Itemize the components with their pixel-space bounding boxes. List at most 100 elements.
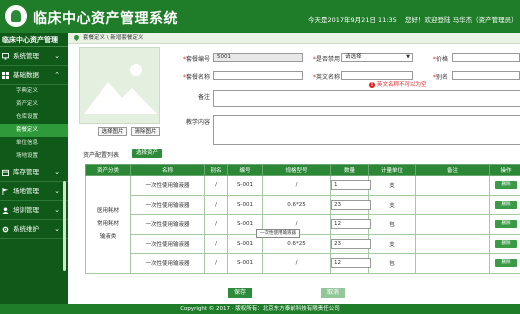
app-title: 临床中心资产管理系统: [33, 11, 178, 27]
delete-button[interactable]: 删除: [495, 259, 517, 268]
sidebar-subitem-site[interactable]: 场地设置: [0, 150, 68, 163]
column-header: 编号: [227, 164, 263, 176]
asset-qty-cell: 23: [330, 194, 371, 215]
sidebar: 临床中心资产管理 系统管理 ⌄ 基础数据 ⌃ 字典定义 资产定义 仓库设置 套餐…: [0, 33, 68, 314]
asset-name-cell: 一次性使用输液器: [130, 233, 205, 254]
asset-action-cell: 删除: [489, 175, 520, 196]
column-header: 资产分类: [85, 164, 131, 176]
enabled-select[interactable]: 请选择 ▼: [341, 53, 413, 62]
select-asset-button[interactable]: 选择资产: [132, 149, 162, 158]
asset-remark-cell[interactable]: [415, 253, 490, 274]
column-header: 备注: [415, 164, 490, 176]
asset-unit-cell: 支: [368, 175, 416, 196]
asset-spec-cell: /: [262, 175, 331, 196]
select-image-button[interactable]: 选择图片: [98, 127, 127, 136]
column-header: 名称: [130, 164, 205, 176]
asset-remark-cell[interactable]: [415, 175, 490, 196]
asset-alias-cell: /: [204, 194, 228, 215]
asset-action-cell: 删除: [489, 233, 520, 254]
package-code-field[interactable]: 5001: [213, 53, 303, 62]
package-name-field[interactable]: [213, 71, 303, 80]
asset-alias-cell: /: [204, 214, 228, 235]
sidebar-subitem-warehouse[interactable]: 仓库设置: [0, 111, 68, 124]
english-name-field[interactable]: [341, 71, 413, 80]
asset-alias-cell: /: [204, 233, 228, 254]
asset-unit-cell: 包: [368, 253, 416, 274]
sidebar-item-site[interactable]: 场地管理 ⌄: [0, 182, 68, 201]
category-level-1: 医用耗材: [96, 207, 119, 214]
sidebar-item-training[interactable]: 培训管理 ⌄: [0, 201, 68, 220]
asset-category-cell: 医用耗材 常用耗材 输液类: [85, 175, 131, 274]
quantity-input[interactable]: 12: [331, 258, 371, 269]
delete-button[interactable]: 删除: [495, 200, 517, 209]
box-icon: [2, 169, 9, 176]
quantity-input[interactable]: 12: [331, 219, 371, 230]
asset-name-cell: 一次性使用输液器: [130, 253, 205, 274]
chevron-down-icon: ⌄: [54, 187, 60, 195]
delete-button[interactable]: 删除: [495, 181, 517, 190]
english-name-label: *英文名称: [312, 74, 340, 81]
sidebar-subitem-dictionary[interactable]: 字典定义: [0, 85, 68, 98]
column-header: 计量单位: [368, 164, 416, 176]
user-welcome: 您好！欢迎登陆 马华杰（资产管理员）: [405, 16, 518, 24]
asset-alias-cell: /: [204, 253, 228, 274]
chevron-up-icon: ⌃: [54, 71, 60, 79]
asset-code-cell: S-001: [227, 253, 263, 274]
sidebar-item-basic-data[interactable]: 基础数据 ⌃: [0, 66, 68, 85]
delete-button[interactable]: 删除: [495, 239, 517, 248]
asset-table: 资产分类 名称 别名 编号 规格型号 数量 计量单位 备注 操作 医用耗材 常用…: [85, 164, 520, 274]
package-photo-placeholder: [79, 47, 160, 124]
breadcrumb-text: 套餐定义 \ 新增套餐定义: [83, 35, 144, 41]
quantity-input[interactable]: 23: [331, 238, 371, 249]
table-row: 一次性使用输液器 / S-001 / 12 包 删除: [86, 214, 520, 235]
asset-remark-cell[interactable]: [415, 194, 490, 215]
alias-field[interactable]: [452, 71, 520, 80]
cancel-button[interactable]: 取消: [321, 288, 345, 298]
table-row: 一次性使用输液器 / S-001 / 12 包 删除: [86, 253, 520, 274]
column-header: 规格型号: [262, 164, 331, 176]
chevron-down-icon: ▼: [406, 54, 410, 60]
column-header: 别名: [204, 164, 228, 176]
asset-qty-cell: 1: [330, 175, 371, 196]
asset-code-cell: S-001: [227, 175, 263, 196]
grid-icon: [2, 72, 9, 79]
asset-qty-cell: 12: [330, 214, 371, 235]
quantity-input[interactable]: 23: [331, 199, 371, 210]
sidebar-item-label: 场地管理: [13, 187, 39, 195]
sidebar-scrollbar[interactable]: [63, 181, 66, 271]
remark-textarea[interactable]: [213, 90, 520, 107]
sidebar-subitem-asset-definition[interactable]: 资产定义: [0, 98, 68, 111]
delete-button[interactable]: 删除: [495, 220, 517, 229]
date-time: 今天是2017年9月21日 11:35: [308, 16, 397, 24]
chevron-down-icon: ⌄: [54, 52, 60, 60]
sidebar-item-inventory[interactable]: 库存管理 ⌄: [0, 163, 68, 182]
asset-name-cell: 一次性使用输液器: [130, 214, 205, 235]
asset-name-cell: 一次性使用输液器: [130, 175, 205, 196]
sidebar-subitem-package[interactable]: 套餐定义: [0, 124, 68, 137]
gear-icon: [2, 226, 9, 233]
asset-code-cell: S-001: [227, 194, 263, 215]
asset-remark-cell[interactable]: [415, 214, 490, 235]
name-tooltip: 一次性使用输液器: [256, 229, 300, 238]
image-placeholder-icon: [84, 64, 157, 114]
price-label: *价格: [432, 56, 448, 63]
asset-qty-cell: 23: [330, 233, 371, 254]
category-level-3: 输液类: [99, 233, 117, 240]
asset-action-cell: 删除: [489, 214, 520, 235]
quantity-input[interactable]: 1: [331, 180, 371, 191]
save-button[interactable]: 保存: [228, 288, 252, 298]
table-row: 一次性使用输液器 / S-001 0.6*25 23 支 删除: [86, 233, 520, 254]
clear-image-button[interactable]: 清除图片: [131, 127, 160, 136]
sidebar-subitem-unit-info[interactable]: 单位信息: [0, 137, 68, 150]
sidebar-item-maintenance[interactable]: 系统维护 ⌄: [0, 220, 68, 239]
monitor-icon: [2, 53, 9, 60]
footer: Copyright © 2017 · 版权所有：北京东方泰前科技有限责任公司: [0, 304, 520, 314]
sidebar-item-label: 培训管理: [13, 206, 39, 214]
sidebar-item-system[interactable]: 系统管理 ⌄: [0, 47, 68, 66]
asset-action-cell: 删除: [489, 194, 520, 215]
teaching-content-textarea[interactable]: [213, 115, 520, 145]
chevron-down-icon: ⌄: [54, 168, 60, 176]
asset-remark-cell[interactable]: [415, 233, 490, 254]
price-field[interactable]: [452, 53, 520, 62]
app-logo-icon: [5, 5, 27, 27]
